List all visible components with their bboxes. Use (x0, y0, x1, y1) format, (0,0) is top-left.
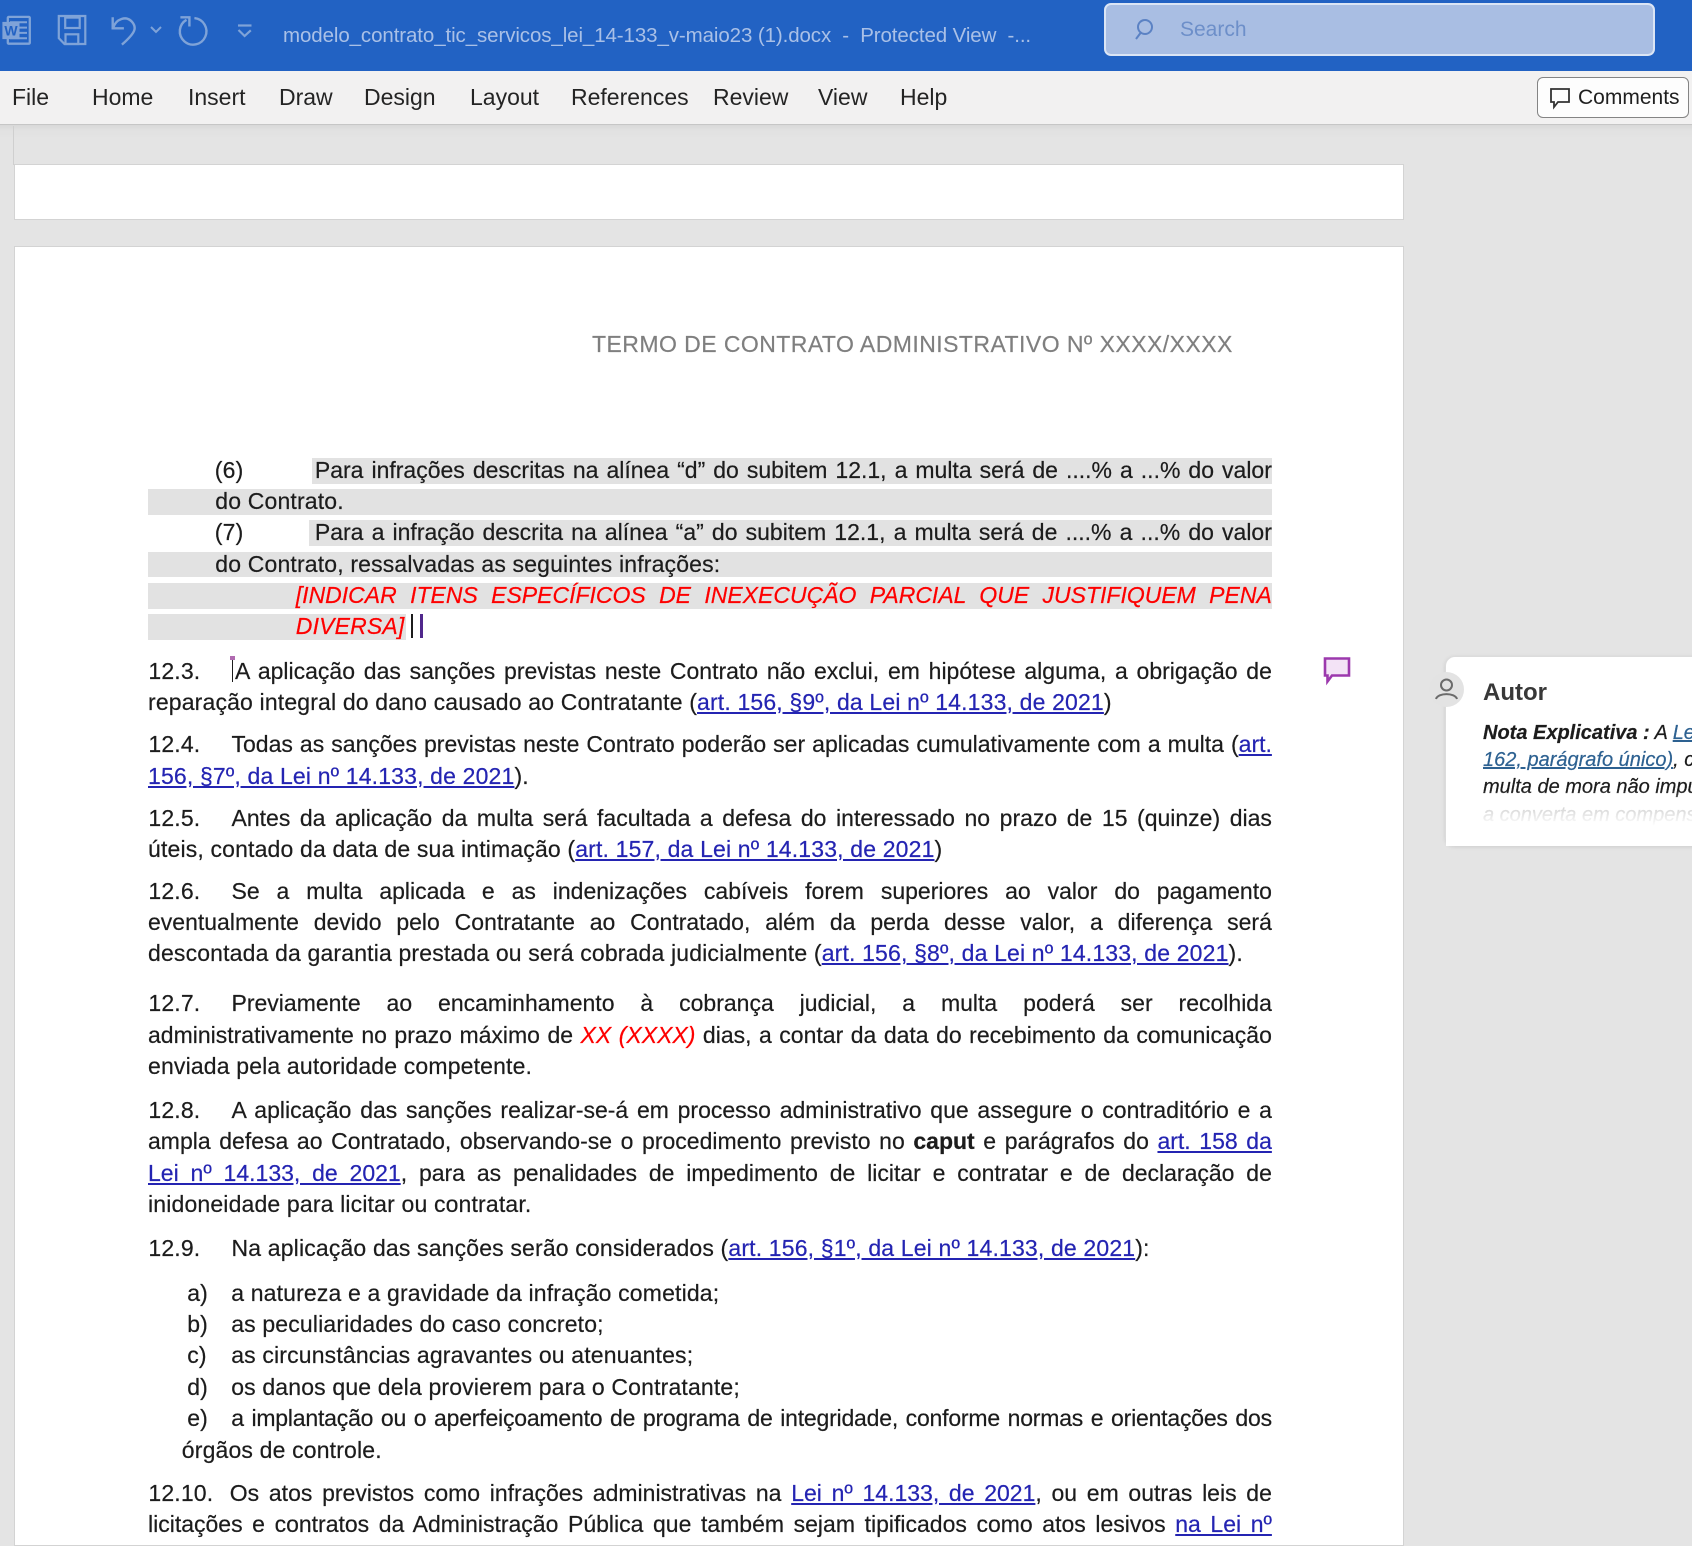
svg-text:W: W (4, 23, 18, 39)
